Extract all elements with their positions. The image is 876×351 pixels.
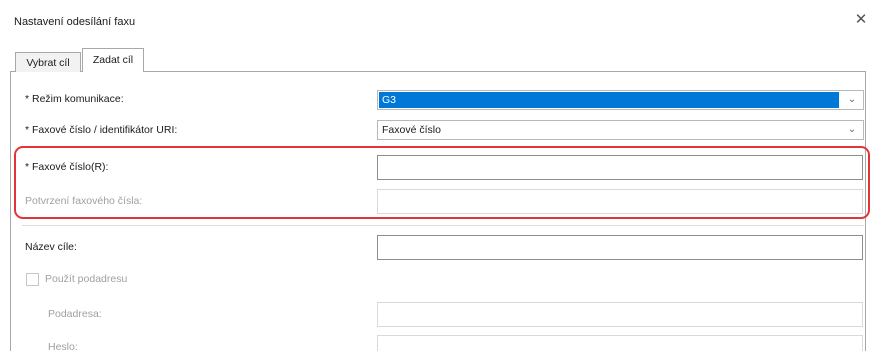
close-icon[interactable]: ✕ (852, 11, 870, 29)
fax-confirm-label: Potvrzení faxového čísla: (25, 195, 143, 207)
tab-strip: Vybrat cíl Zadat cíl (0, 47, 876, 73)
tab-enter-destination[interactable]: Zadat cíl (82, 48, 144, 72)
mode-select[interactable]: G3 ⌄ (377, 90, 864, 110)
subaddress-input[interactable] (377, 302, 863, 327)
fax-type-select[interactable]: Faxové číslo ⌄ (377, 120, 864, 140)
mode-value: G3 (379, 92, 839, 108)
fax-confirm-input[interactable] (377, 189, 863, 214)
fax-number-label: * Faxové číslo(R): (25, 161, 109, 173)
use-subaddress-label: Použít podadresu (45, 273, 128, 285)
dest-name-input[interactable] (377, 235, 863, 260)
use-subaddress-checkbox[interactable] (26, 273, 39, 286)
dest-name-label: Název cíle: (25, 241, 77, 253)
mode-label: * Režim komunikace: (25, 93, 124, 105)
password-label: Heslo: (48, 341, 78, 351)
fax-type-label: * Faxové číslo / identifikátor URI: (25, 124, 178, 136)
fax-type-value: Faxové číslo (382, 124, 441, 136)
dialog-title: Nastavení odesílání faxu (14, 16, 136, 28)
fax-send-settings-dialog: Nastavení odesílání faxu ✕ Vybrat cíl Za… (0, 0, 876, 351)
tab-select-destination[interactable]: Vybrat cíl (15, 52, 81, 72)
chevron-down-icon: ⌄ (847, 124, 857, 135)
password-input[interactable] (377, 335, 863, 351)
fax-number-input[interactable] (377, 155, 863, 180)
section-divider (22, 225, 864, 226)
chevron-down-icon: ⌄ (847, 94, 857, 105)
subaddress-label: Podadresa: (48, 308, 102, 320)
